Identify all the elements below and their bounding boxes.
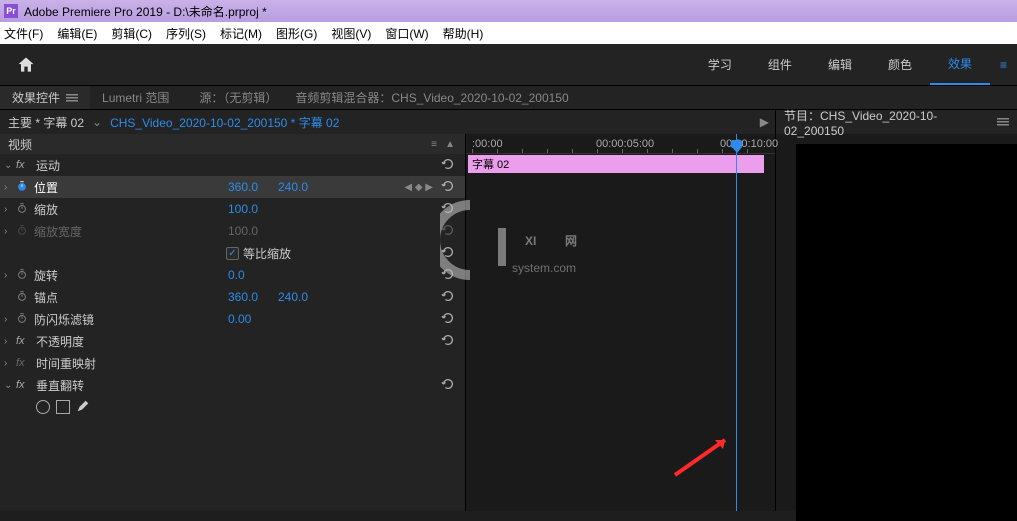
prop-uniform-scale[interactable]: ✓ 等比缩放 bbox=[0, 242, 465, 264]
effect-time-remap[interactable]: ›fx 时间重映射 bbox=[0, 352, 465, 374]
reset-icon[interactable] bbox=[441, 201, 455, 218]
reset-icon[interactable] bbox=[441, 377, 455, 394]
rect-mask-icon[interactable] bbox=[56, 400, 70, 414]
menu-file[interactable]: 文件(F) bbox=[4, 25, 43, 42]
app-title: Adobe Premiere Pro 2019 - D:\未命名.prproj … bbox=[24, 3, 267, 20]
title-bar: Pr Adobe Premiere Pro 2019 - D:\未命名.prpr… bbox=[0, 0, 1017, 22]
workspace-edit[interactable]: 编辑 bbox=[810, 44, 870, 85]
mask-shapes bbox=[0, 396, 465, 418]
collapse-up-icon[interactable]: ▲ bbox=[445, 139, 455, 150]
workspace-tabs: 学习 组件 编辑 颜色 效果 ≡ bbox=[690, 44, 1017, 85]
clip-master[interactable]: 主要 * 字幕 02 bbox=[8, 114, 84, 131]
clip-instance[interactable]: CHS_Video_2020-10-02_200150 * 字幕 02 bbox=[110, 114, 339, 131]
source-label: 源：（无剪辑） bbox=[199, 89, 277, 106]
menu-sequence[interactable]: 序列(S) bbox=[166, 25, 206, 42]
menu-clip[interactable]: 剪辑(C) bbox=[111, 25, 152, 42]
position-x[interactable]: 360.0 bbox=[228, 180, 258, 194]
pen-mask-icon[interactable] bbox=[76, 399, 90, 416]
workspace-learn[interactable]: 学习 bbox=[690, 44, 750, 85]
prop-scale[interactable]: › 缩放 100.0 bbox=[0, 198, 465, 220]
effect-motion[interactable]: ⌄fx 运动 bbox=[0, 154, 465, 176]
effect-properties: 视频 ≡ ▲ ⌄fx 运动 › 位置 360.0 240.0 ◀ ◆ ▶ › bbox=[0, 134, 465, 511]
menu-bar: 文件(F) 编辑(E) 剪辑(C) 序列(S) 标记(M) 图形(G) 视图(V… bbox=[0, 22, 1017, 44]
reset-icon[interactable] bbox=[441, 333, 455, 350]
reset-icon[interactable] bbox=[441, 157, 455, 174]
reset-icon[interactable] bbox=[441, 311, 455, 328]
keyframe-nav[interactable]: ◀ ◆ ▶ bbox=[404, 182, 433, 193]
workspace-effects[interactable]: 效果 bbox=[930, 44, 990, 85]
rotation-value[interactable]: 0.0 bbox=[228, 268, 245, 282]
stopwatch-icon[interactable] bbox=[16, 268, 32, 283]
timeline-clip[interactable]: 字幕 02 bbox=[468, 155, 764, 173]
menu-help[interactable]: 帮助(H) bbox=[443, 25, 484, 42]
workspace-assembly[interactable]: 组件 bbox=[750, 44, 810, 85]
app-icon: Pr bbox=[4, 4, 18, 18]
section-menu-icon[interactable]: ≡ bbox=[431, 139, 437, 150]
video-section-header: 视频 ≡ ▲ bbox=[0, 134, 465, 154]
anchor-y[interactable]: 240.0 bbox=[278, 290, 308, 304]
ellipse-mask-icon[interactable] bbox=[36, 400, 50, 414]
stopwatch-icon[interactable] bbox=[16, 180, 32, 195]
reset-icon[interactable] bbox=[441, 267, 455, 284]
workspace-color[interactable]: 颜色 bbox=[870, 44, 930, 85]
panel-menu-icon[interactable] bbox=[66, 92, 78, 104]
anchor-x[interactable]: 360.0 bbox=[228, 290, 258, 304]
home-button[interactable] bbox=[8, 47, 44, 83]
program-viewport[interactable] bbox=[796, 144, 1017, 521]
prop-position[interactable]: › 位置 360.0 240.0 ◀ ◆ ▶ bbox=[0, 176, 465, 198]
reset-icon[interactable] bbox=[441, 245, 455, 262]
stopwatch-icon[interactable] bbox=[16, 290, 32, 305]
reset-icon[interactable] bbox=[441, 179, 455, 196]
flicker-value[interactable]: 0.00 bbox=[228, 312, 251, 326]
clip-path-header: 主要 * 字幕 02 ⌄ CHS_Video_2020-10-02_200150… bbox=[0, 110, 775, 134]
panel-menu-icon[interactable] bbox=[997, 116, 1009, 128]
prop-scale-width: › 缩放宽度 100.0 bbox=[0, 220, 465, 242]
menu-edit[interactable]: 编辑(E) bbox=[57, 25, 97, 42]
effect-timeline[interactable]: :00:00 00:00:05:00 00:00:10:00 字幕 02 bbox=[465, 134, 775, 511]
tab-lumetri-scopes[interactable]: Lumetri 范围 bbox=[90, 86, 181, 109]
prop-anti-flicker[interactable]: › 防闪烁滤镜 0.00 bbox=[0, 308, 465, 330]
menu-graphics[interactable]: 图形(G) bbox=[276, 25, 317, 42]
chevron-down-icon[interactable]: ⌄ bbox=[92, 115, 102, 129]
time-ruler[interactable]: :00:00 00:00:05:00 00:00:10:00 bbox=[466, 134, 775, 154]
prop-rotation[interactable]: › 旋转 0.0 bbox=[0, 264, 465, 286]
effect-controls-panel: 主要 * 字幕 02 ⌄ CHS_Video_2020-10-02_200150… bbox=[0, 110, 775, 511]
playhead[interactable] bbox=[736, 134, 737, 511]
menu-view[interactable]: 视图(V) bbox=[331, 25, 371, 42]
position-y[interactable]: 240.0 bbox=[278, 180, 308, 194]
menu-markers[interactable]: 标记(M) bbox=[220, 25, 262, 42]
stopwatch-icon[interactable] bbox=[16, 312, 32, 327]
program-header: 节目：CHS_Video_2020-10-02_200150 bbox=[776, 110, 1017, 134]
prop-anchor[interactable]: 锚点 360.0 240.0 bbox=[0, 286, 465, 308]
effect-opacity[interactable]: ›fx 不透明度 bbox=[0, 330, 465, 352]
scale-value[interactable]: 100.0 bbox=[228, 202, 258, 216]
program-monitor-panel: 节目：CHS_Video_2020-10-02_200150 bbox=[775, 110, 1017, 511]
workspace-overflow-icon[interactable]: ≡ bbox=[990, 44, 1017, 85]
checkbox-checked-icon[interactable]: ✓ bbox=[226, 247, 239, 260]
audio-mixer-label: 音频剪辑混合器：CHS_Video_2020-10-02_200150 bbox=[295, 89, 568, 106]
tab-effect-controls[interactable]: 效果控件 bbox=[0, 86, 90, 109]
menu-window[interactable]: 窗口(W) bbox=[385, 25, 428, 42]
reset-icon[interactable] bbox=[441, 289, 455, 306]
toolbar: 学习 组件 编辑 颜色 效果 ≡ bbox=[0, 44, 1017, 86]
stopwatch-icon[interactable] bbox=[16, 202, 32, 217]
effect-vertical-flip[interactable]: ⌄fx 垂直翻转 bbox=[0, 374, 465, 396]
clip-header-play-icon[interactable]: ▶ bbox=[760, 115, 769, 129]
scale-width-value: 100.0 bbox=[228, 224, 258, 238]
